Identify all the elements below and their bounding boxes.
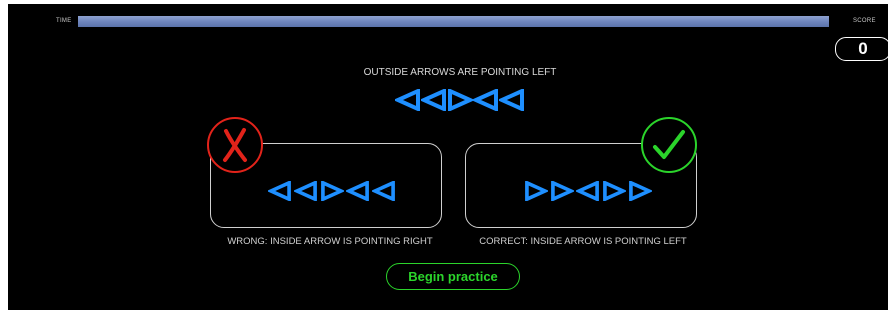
check-mark-icon bbox=[641, 117, 697, 173]
game-stage: TIME SCORE 0 OUTSIDE ARROWS ARE POINTING… bbox=[8, 4, 888, 310]
arrow-left-icon bbox=[294, 181, 317, 201]
arrow-right-icon bbox=[603, 181, 626, 201]
arrow-left-icon bbox=[372, 181, 395, 201]
wrong-example-caption: WRONG: INSIDE ARROW IS POINTING RIGHT bbox=[227, 236, 433, 247]
arrow-right-icon bbox=[551, 181, 574, 201]
correct-example-arrows bbox=[524, 181, 654, 201]
arrow-left-icon bbox=[268, 181, 291, 201]
wrong-example-arrows bbox=[268, 181, 398, 201]
arrow-right-icon bbox=[321, 181, 344, 201]
time-bar bbox=[78, 16, 829, 27]
time-label: TIME bbox=[56, 18, 72, 24]
time-bar-fill bbox=[78, 16, 829, 27]
arrow-right-icon bbox=[448, 89, 473, 111]
arrow-left-icon bbox=[499, 89, 524, 111]
score-value: 0 bbox=[835, 37, 888, 61]
arrow-left-icon bbox=[346, 181, 369, 201]
instruction-text: OUTSIDE ARROWS ARE POINTING LEFT bbox=[363, 67, 557, 78]
arrow-right-icon bbox=[629, 181, 652, 201]
arrow-right-icon bbox=[525, 181, 548, 201]
correct-example-caption: CORRECT: INSIDE ARROW IS POINTING LEFT bbox=[479, 236, 687, 247]
arrow-left-icon bbox=[576, 181, 599, 201]
arrow-left-icon bbox=[473, 89, 498, 111]
stimulus-arrows bbox=[395, 89, 525, 111]
arrow-left-icon bbox=[395, 89, 420, 111]
begin-practice-button[interactable]: Begin practice bbox=[386, 263, 520, 290]
score-label: SCORE bbox=[853, 18, 876, 24]
x-mark-icon bbox=[207, 117, 263, 173]
arrow-left-icon bbox=[421, 89, 446, 111]
